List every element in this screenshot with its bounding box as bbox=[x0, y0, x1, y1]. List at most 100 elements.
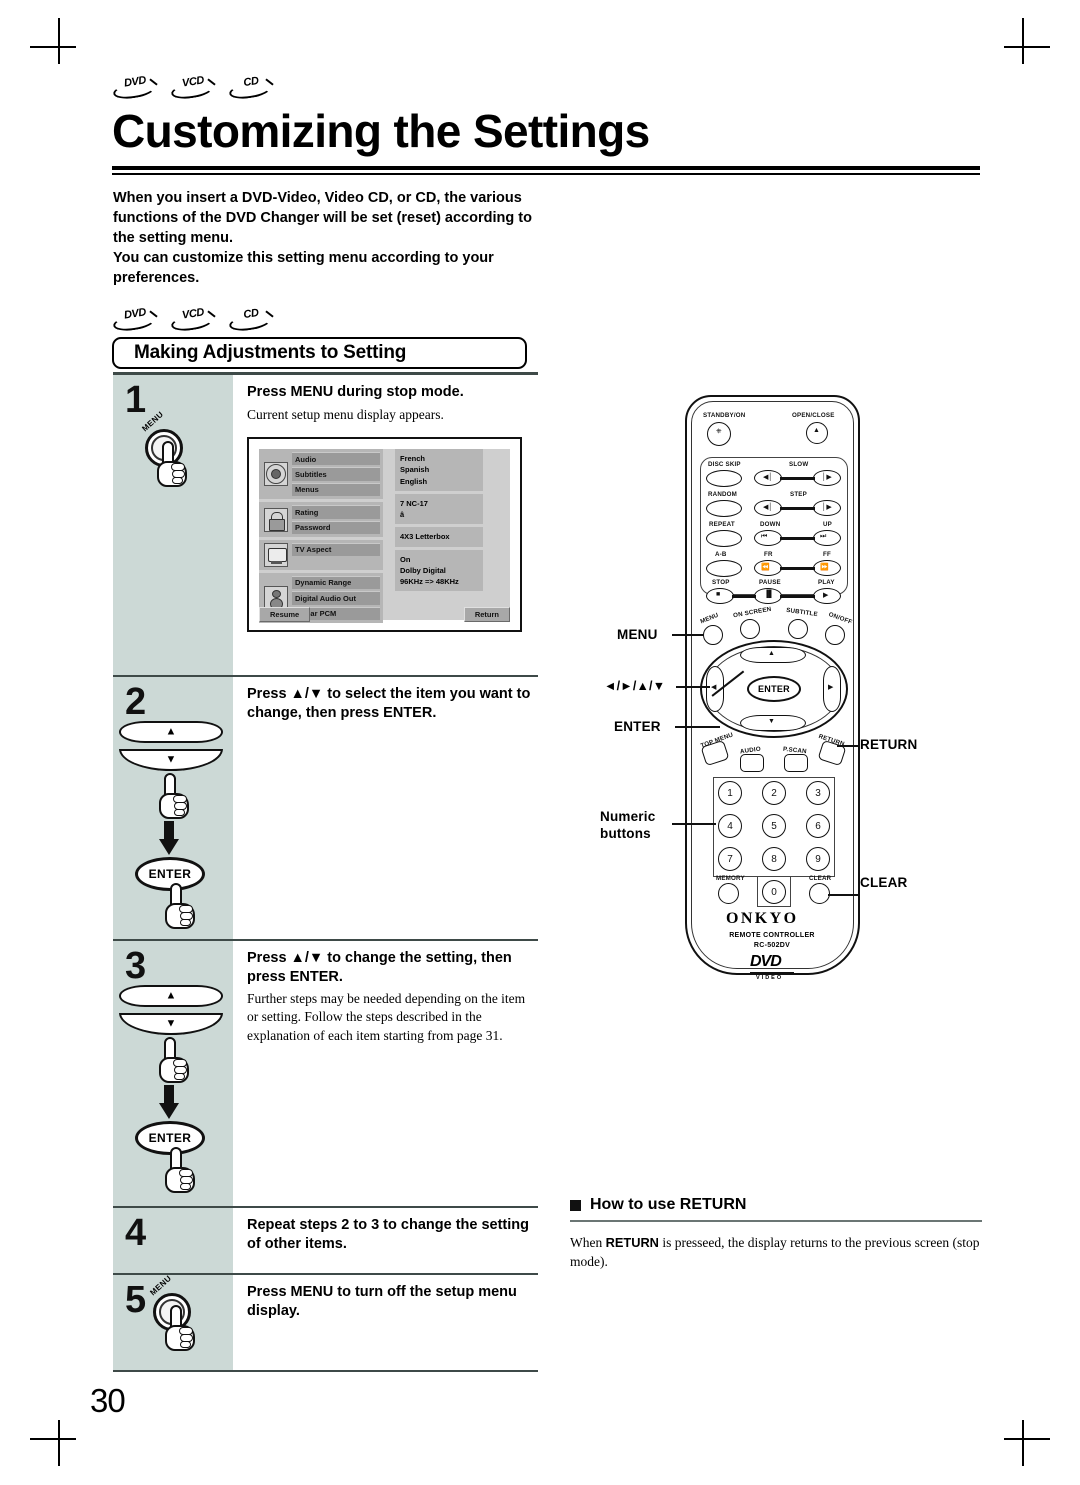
return-body-pre: When bbox=[570, 1235, 606, 1250]
setup-values-tv: 4X3 Letterbox bbox=[395, 527, 483, 547]
step-3-number: 3 bbox=[125, 945, 147, 987]
ab-label: A-B bbox=[715, 551, 727, 558]
resume-button[interactable]: Resume bbox=[259, 607, 311, 622]
numeric-key-5[interactable]: 5 bbox=[762, 814, 786, 838]
random-label: RANDOM bbox=[708, 491, 738, 498]
power-icon: ⎈ bbox=[716, 428, 722, 435]
setup-item-audio[interactable]: Audio bbox=[292, 452, 380, 466]
skip-forward-button[interactable] bbox=[813, 530, 841, 546]
step-1-body: Press MENU during stop mode. Current set… bbox=[233, 375, 538, 675]
play-icon: ▶ bbox=[823, 592, 829, 599]
step-2-heading: Press ▲/▼ to select the item you want to… bbox=[247, 686, 531, 721]
numeric-key-6[interactable]: 6 bbox=[806, 814, 830, 838]
memory-button[interactable] bbox=[718, 883, 739, 904]
callout-enter-line bbox=[675, 726, 720, 728]
ff-label: FF bbox=[823, 551, 831, 558]
down-arrow-icon-3: ▼ bbox=[165, 1017, 177, 1030]
remote-model-number: RC-502DV bbox=[753, 942, 791, 949]
numeric-key-2[interactable]: 2 bbox=[762, 781, 786, 805]
skip-back-button[interactable] bbox=[754, 530, 782, 546]
down-arrow-icon-2: ▼ bbox=[165, 753, 177, 766]
setup-value-digital-audio-out: Dolby Digital bbox=[400, 565, 446, 575]
setup-menu-inner: Audio Subtitles Menus Rating Password TV… bbox=[259, 449, 510, 623]
fr-ff-link-bar bbox=[780, 567, 815, 570]
step-3-heading: Press ▲/▼ to change the setting, then pr… bbox=[247, 950, 512, 985]
play-label: PLAY bbox=[818, 579, 835, 586]
step-1-number: 1 bbox=[125, 379, 147, 421]
setup-item-menus[interactable]: Menus bbox=[292, 482, 380, 497]
clear-button[interactable] bbox=[809, 883, 830, 904]
numeric-key-4[interactable]: 4 bbox=[718, 814, 742, 838]
setup-value-french: French bbox=[400, 454, 426, 463]
on-off-button[interactable] bbox=[825, 625, 845, 645]
pscan-button[interactable] bbox=[784, 754, 808, 772]
setup-value-tv-aspect: 4X3 Letterbox bbox=[400, 532, 450, 542]
standby-on-label: STANDBY/ON bbox=[703, 412, 746, 419]
setup-value-linear-pcm: 96KHz => 48KHz bbox=[400, 577, 459, 586]
tv-icon bbox=[264, 542, 288, 567]
callout-arrows-line bbox=[676, 686, 710, 688]
repeat-button[interactable] bbox=[706, 530, 742, 547]
audio-button[interactable] bbox=[740, 754, 764, 772]
down-up-link-bar bbox=[780, 537, 815, 540]
ab-repeat-button[interactable] bbox=[706, 560, 742, 577]
vcd-disc-icon: VCD bbox=[170, 74, 216, 102]
on-screen-button[interactable] bbox=[740, 619, 760, 639]
setup-value-spanish: Spanish bbox=[400, 465, 430, 475]
callout-arrows: ◄/►/▲/▼ bbox=[604, 679, 666, 693]
disc-badges-section: DVD VCD CD bbox=[112, 306, 274, 334]
numeric-key-3[interactable]: 3 bbox=[806, 781, 830, 805]
numeric-key-1[interactable]: 1 bbox=[718, 781, 742, 805]
numeric-key-0[interactable]: 0 bbox=[762, 880, 786, 904]
pointing-hand-icon-2b bbox=[163, 883, 197, 929]
flow-arrow-icon-3 bbox=[159, 1085, 179, 1119]
step-row-2: 2 ▲ ▼ ENTER Press ▲/▼ to select the item… bbox=[113, 677, 538, 939]
setup-item-tv-aspect[interactable]: TV Aspect bbox=[292, 542, 380, 557]
numeric-key-7[interactable]: 7 bbox=[718, 847, 742, 871]
random-button[interactable] bbox=[706, 500, 742, 517]
setup-item-dynamic-range[interactable]: Dynamic Range bbox=[292, 575, 380, 590]
step-3-number-cell: 3 ▲ ▼ ENTER bbox=[113, 941, 233, 1206]
stop-icon: ■ bbox=[716, 591, 721, 598]
down-label: DOWN bbox=[760, 521, 781, 528]
step-3-body: Press ▲/▼ to change the setting, then pr… bbox=[233, 941, 538, 1206]
setup-menu-buttons: Resume Return bbox=[259, 607, 510, 622]
bullet-square-icon bbox=[570, 1199, 581, 1211]
callout-enter: ENTER bbox=[614, 719, 661, 734]
fastforward-icon: ⏩ bbox=[820, 564, 829, 571]
setup-item-subtitles[interactable]: Subtitles bbox=[292, 467, 380, 481]
up-arrow-icon-3: ▲ bbox=[165, 989, 177, 1002]
setup-group-rating: Rating Password bbox=[259, 502, 383, 537]
setup-values-language: French Spanish English bbox=[395, 449, 483, 491]
setup-item-rating[interactable]: Rating bbox=[292, 505, 380, 519]
disc-skip-button[interactable] bbox=[706, 470, 742, 487]
subtitle-button[interactable] bbox=[788, 619, 808, 639]
setup-item-password[interactable]: Password bbox=[292, 520, 380, 534]
step-4-heading: Repeat steps 2 to 3 to change the settin… bbox=[247, 1217, 529, 1252]
callout-numeric-line1: Numeric bbox=[600, 809, 656, 824]
remote-menu-button[interactable] bbox=[703, 625, 723, 645]
step-3-subtext: Further steps may be needed depending on… bbox=[247, 991, 526, 1043]
setup-value-password: â bbox=[400, 510, 405, 519]
setup-menu-items-column: Audio Subtitles Menus Rating Password TV… bbox=[259, 449, 383, 623]
numeric-key-8[interactable]: 8 bbox=[762, 847, 786, 871]
pointing-hand-icon-3b bbox=[163, 1147, 197, 1193]
return-section-heading-row: How to use RETURN bbox=[570, 1196, 982, 1214]
return-section-heading: How to use RETURN bbox=[590, 1196, 747, 1213]
setup-item-digital-audio-out[interactable]: Digital Audio Out bbox=[292, 591, 380, 605]
numeric-key-9[interactable]: 9 bbox=[806, 847, 830, 871]
repeat-label: REPEAT bbox=[709, 521, 735, 528]
step-1-subtext: Current setup menu display appears. bbox=[247, 406, 444, 422]
up-arrow-icon-2: ▲ bbox=[165, 725, 177, 738]
return-button[interactable]: Return bbox=[463, 607, 510, 622]
pointing-hand-icon-3 bbox=[157, 1037, 191, 1083]
callout-numeric-line2: buttons bbox=[600, 826, 651, 841]
onkyo-logo: ONKYO bbox=[726, 910, 799, 927]
down-button-illustration-3: ▼ bbox=[119, 1013, 223, 1035]
dvd-disc-icon: DVD bbox=[112, 74, 158, 102]
step-5-heading: Press MENU to turn off the setup menu di… bbox=[247, 1284, 517, 1319]
remote-enter-button[interactable]: ENTER bbox=[747, 676, 801, 702]
pause-icon: ▐▌ bbox=[764, 591, 774, 598]
open-close-label: OPEN/CLOSE bbox=[792, 412, 835, 419]
page-title: Customizing the Settings bbox=[112, 105, 650, 157]
